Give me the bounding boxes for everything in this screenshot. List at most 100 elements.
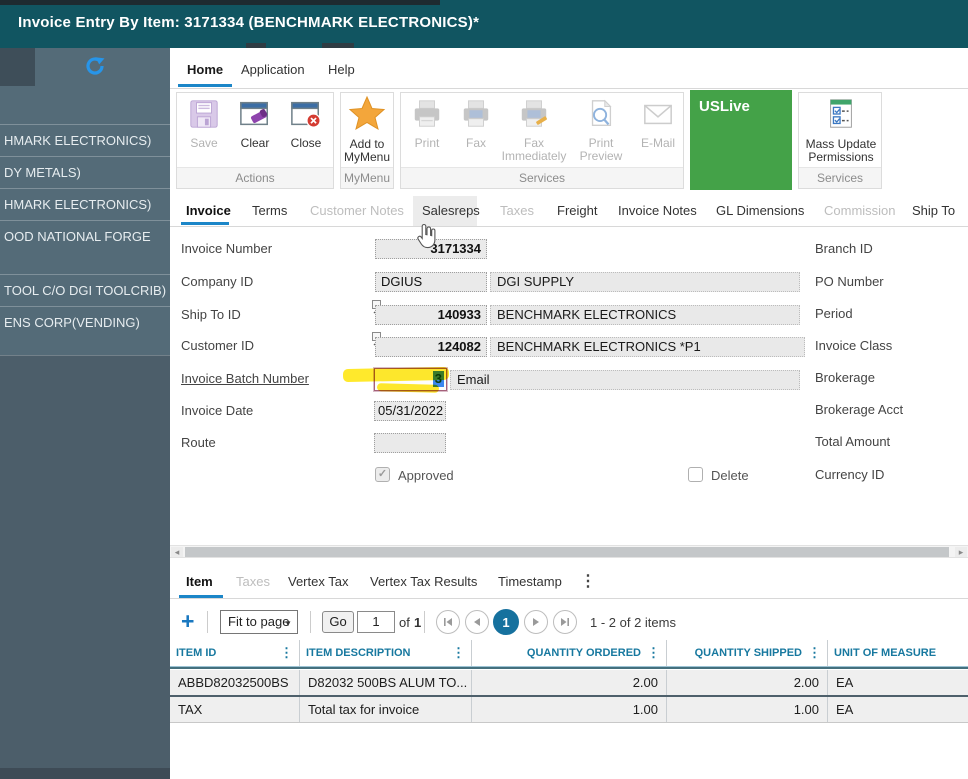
page-size-select[interactable]: Fit to page ▼ bbox=[220, 610, 298, 634]
column-header-item-description[interactable]: ITEM DESCRIPTION ⋮ bbox=[300, 640, 472, 666]
tab-taxes[interactable]: Taxes bbox=[500, 203, 534, 218]
column-header-quantity-shipped[interactable]: QUANTITY SHIPPED ⋮ bbox=[667, 640, 828, 666]
go-button[interactable]: Go bbox=[322, 611, 354, 633]
total-pages: 1 bbox=[414, 615, 422, 630]
page-number-input[interactable]: 1 bbox=[357, 611, 395, 633]
row-count-text: 1 - 2 of 2 items bbox=[590, 615, 676, 630]
group-label-mymenu: MyMenu bbox=[341, 167, 393, 188]
currency-id-label: Currency ID bbox=[815, 467, 885, 482]
sidebar-lower-panel bbox=[0, 355, 170, 779]
company-id-input[interactable]: DGIUS bbox=[375, 272, 487, 292]
ribbon-group-mymenu: Add to MyMenu MyMenu bbox=[340, 92, 394, 189]
delete-label: Delete bbox=[711, 468, 749, 483]
add-row-icon[interactable]: + bbox=[181, 610, 194, 633]
clear-button[interactable]: Clear bbox=[232, 98, 278, 150]
save-icon bbox=[181, 98, 227, 135]
customer-id-label: Customer ID bbox=[181, 338, 254, 353]
detail-tab-vertex-tax[interactable]: Vertex Tax bbox=[288, 574, 348, 589]
ship-to-id-input[interactable]: 140933 bbox=[375, 305, 487, 325]
tab-overflow-icon[interactable]: ⋮ bbox=[580, 571, 596, 591]
window-title: Invoice Entry By Item: 3171334 (BENCHMAR… bbox=[18, 14, 480, 31]
detail-tab-vertex-tax-results[interactable]: Vertex Tax Results bbox=[370, 574, 477, 589]
tab-freight[interactable]: Freight bbox=[557, 203, 597, 218]
column-menu-icon[interactable]: ⋮ bbox=[647, 645, 660, 661]
scrollbar-thumb[interactable] bbox=[185, 547, 949, 557]
email-icon bbox=[635, 98, 681, 135]
menu-tab-application[interactable]: Application bbox=[241, 62, 305, 77]
recent-record-item[interactable]: ENS CORP(VENDING) bbox=[0, 306, 170, 338]
decorative-notch bbox=[246, 43, 266, 48]
column-header-quantity-ordered[interactable]: QUANTITY ORDERED ⋮ bbox=[472, 640, 667, 666]
customer-id-input[interactable]: 124082 bbox=[375, 337, 487, 357]
chevron-down-icon: ▼ bbox=[284, 619, 292, 628]
total-amount-label: Total Amount bbox=[815, 434, 891, 449]
tab-salesreps[interactable]: Salesreps bbox=[422, 203, 480, 218]
save-button[interactable]: Save bbox=[181, 98, 227, 150]
tab-invoice[interactable]: Invoice bbox=[186, 203, 231, 218]
fax-immediately-button[interactable]: Fax Immediately bbox=[501, 98, 567, 163]
table-row[interactable]: TAX Total tax for invoice 1.00 1.00 EA bbox=[170, 697, 968, 722]
history-undo-icon[interactable] bbox=[83, 54, 107, 83]
detail-tab-timestamp[interactable]: Timestamp bbox=[498, 574, 562, 589]
previous-page-button[interactable] bbox=[465, 610, 489, 634]
recent-record-item[interactable]: OOD NATIONAL FORGE bbox=[0, 220, 170, 274]
approved-checkbox[interactable]: ✓ bbox=[375, 467, 390, 482]
recent-record-item[interactable]: DY METALS) bbox=[0, 156, 170, 188]
tabstrip-divider bbox=[170, 226, 968, 227]
print-button[interactable]: Print bbox=[405, 98, 449, 150]
recent-record-item[interactable]: HMARK ELECTRONICS) bbox=[0, 188, 170, 220]
tab-invoice-notes[interactable]: Invoice Notes bbox=[618, 203, 697, 218]
po-number-label: PO Number bbox=[815, 274, 884, 289]
invoice-batch-number-label[interactable]: Invoice Batch Number bbox=[181, 371, 309, 386]
email-button[interactable]: E-Mail bbox=[635, 98, 681, 150]
close-icon bbox=[283, 98, 329, 135]
route-input[interactable] bbox=[374, 433, 446, 453]
fax-button[interactable]: Fax bbox=[454, 98, 498, 150]
yellow-highlight-stroke bbox=[376, 383, 440, 393]
tab-terms[interactable]: Terms bbox=[252, 203, 287, 218]
grid-bottom-border bbox=[170, 722, 968, 723]
batch-description: Email bbox=[450, 370, 800, 390]
fax-icon bbox=[454, 98, 498, 135]
printer-icon bbox=[405, 98, 449, 135]
close-button[interactable]: Close bbox=[283, 98, 329, 150]
detail-tab-item[interactable]: Item bbox=[186, 574, 213, 589]
scroll-right-button[interactable]: ▸ bbox=[955, 547, 967, 557]
group-label-services-2: Services bbox=[799, 167, 881, 188]
mass-update-permissions-button[interactable]: Mass Update Permissions bbox=[803, 97, 879, 164]
approved-label: Approved bbox=[398, 468, 454, 483]
print-preview-button[interactable]: Print Preview bbox=[571, 98, 631, 163]
branch-id-label: Branch ID bbox=[815, 241, 873, 256]
tab-gl-dimensions[interactable]: GL Dimensions bbox=[716, 203, 804, 218]
scroll-left-button[interactable]: ◂ bbox=[171, 547, 183, 557]
last-page-button[interactable] bbox=[553, 610, 577, 634]
title-bar: Invoice Entry By Item: 3171334 (BENCHMAR… bbox=[0, 0, 968, 48]
tab-ship-to[interactable]: Ship To bbox=[912, 203, 955, 218]
detail-tab-taxes[interactable]: Taxes bbox=[236, 574, 270, 589]
company-id-description: DGI SUPPLY bbox=[490, 272, 800, 292]
brokerage-label: Brokerage bbox=[815, 370, 875, 385]
delete-checkbox[interactable] bbox=[688, 467, 703, 482]
invoice-date-input[interactable]: 05/31/2022 bbox=[374, 401, 446, 421]
horizontal-scrollbar[interactable]: ◂ ▸ bbox=[170, 545, 968, 558]
column-menu-icon[interactable]: ⋮ bbox=[280, 645, 293, 661]
detail-tabs-divider bbox=[170, 598, 968, 599]
tab-commission[interactable]: Commission bbox=[824, 203, 896, 218]
column-header-item-id[interactable]: ITEM ID ⋮ bbox=[170, 640, 300, 666]
page-size-value: Fit to page bbox=[228, 614, 290, 629]
first-page-button[interactable] bbox=[436, 610, 460, 634]
recent-record-item[interactable]: TOOL C/O DGI TOOLCRIB) bbox=[0, 274, 170, 306]
next-page-button[interactable] bbox=[524, 610, 548, 634]
menu-tab-help[interactable]: Help bbox=[328, 62, 355, 77]
star-icon bbox=[342, 95, 392, 136]
current-page-button[interactable]: 1 bbox=[493, 609, 519, 635]
table-row[interactable]: ABBD82032500BS D82032 500BS ALUM TO... 2… bbox=[170, 670, 968, 695]
column-menu-icon[interactable]: ⋮ bbox=[452, 645, 465, 661]
tab-customer-notes[interactable]: Customer Notes bbox=[310, 203, 404, 218]
column-menu-icon[interactable]: ⋮ bbox=[808, 645, 821, 661]
column-header-unit-of-measure[interactable]: UNIT OF MEASURE bbox=[828, 640, 968, 666]
add-to-mymenu-button[interactable]: Add to MyMenu bbox=[342, 95, 392, 164]
ship-to-id-label: Ship To ID bbox=[181, 307, 241, 322]
recent-record-item[interactable]: HMARK ELECTRONICS) bbox=[0, 124, 170, 156]
menu-tab-home[interactable]: Home bbox=[187, 62, 223, 77]
